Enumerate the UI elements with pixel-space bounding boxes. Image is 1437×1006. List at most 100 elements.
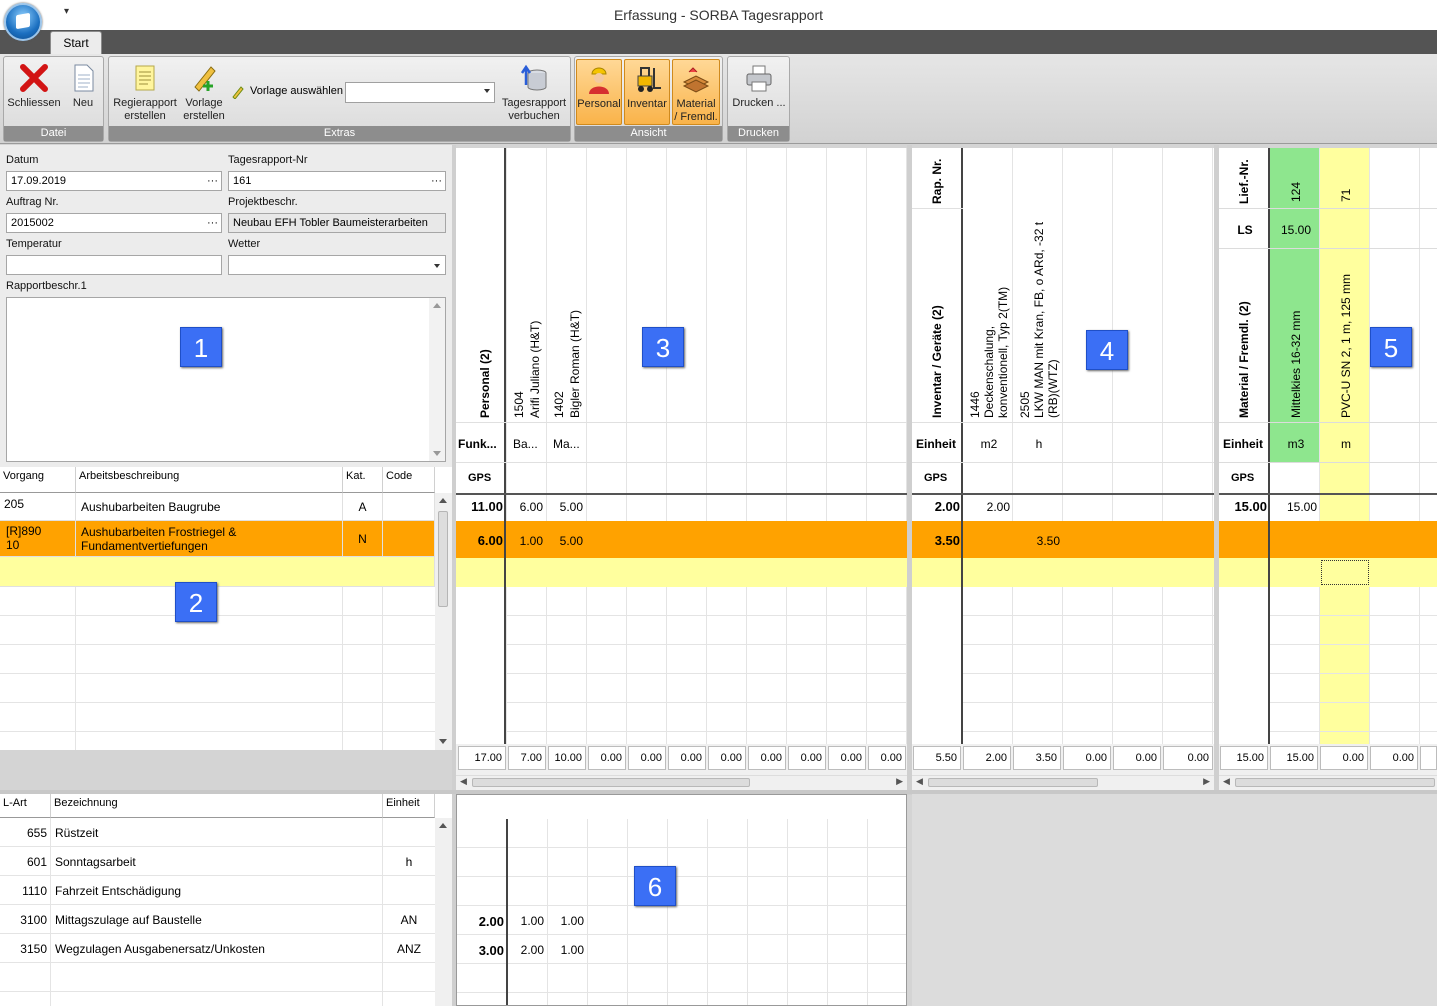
header-vorgang[interactable]: Vorgang [0,467,76,493]
lohnart-scrollbar[interactable] [435,818,452,1006]
lart-bezeichnung[interactable]: Rüstzeit [55,826,98,840]
tagesrapport-nr-field[interactable]: 161 ··· [228,171,446,191]
lart-bezeichnung[interactable]: Mittagszulage auf Baustelle [55,913,202,927]
empty-rows [0,587,435,750]
inventar-value-2-2[interactable]: 3.50 [1014,534,1060,548]
lart-nr[interactable]: 3150 [0,942,47,956]
tab-start[interactable]: Start [50,31,102,54]
textarea-scrollbar[interactable] [429,298,445,461]
new-row[interactable] [0,557,435,587]
ellipsis-icon[interactable]: ··· [431,172,442,190]
table-row-beschr[interactable]: Aushubarbeiten Frostriegel & Fundamentver… [76,521,343,557]
tagesrapport-verbuchen-button[interactable]: Tagesrapport verbuchen [499,59,569,123]
header-lart[interactable]: L-Art [0,794,51,818]
material-hscroll[interactable]: ◀ [1219,775,1437,789]
header-einheit[interactable]: Einheit [383,794,435,818]
vertical-splitter[interactable] [907,145,912,795]
table-row-kat[interactable]: N [343,521,383,557]
lart-value[interactable]: 2.00 [507,943,544,957]
material-total-1[interactable]: 15.00 [1219,499,1267,514]
personal-value-2-2[interactable]: 5.00 [546,534,583,548]
neu-button[interactable]: Neu [64,59,102,110]
material-value-1-1[interactable]: 15.00 [1271,500,1317,514]
personal-view-button[interactable]: Personal [576,59,622,125]
scroll-thumb[interactable] [472,778,750,787]
lart-total[interactable]: 2.00 [457,914,504,929]
lart-nr[interactable]: 655 [0,826,47,840]
lart-einheit[interactable]: h [383,855,435,869]
lart-bezeichnung[interactable]: Wegzulagen Ausgabenersatz/Unkosten [55,942,265,956]
material-sum: 15.00 [1220,746,1268,770]
ribbon: Schliessen Neu Datei Regierapport erstel… [0,54,1437,144]
lart-nr[interactable]: 3100 [0,913,47,927]
vorlage-erstellen-button[interactable]: Vorlage erstellen [181,59,227,123]
lart-total[interactable]: 3.00 [457,943,504,958]
lart-nr[interactable]: 1110 [0,884,47,898]
wetter-select[interactable] [228,255,446,275]
inventar-view-button[interactable]: Inventar [624,59,670,125]
table-row-vorgang[interactable]: 205 [0,493,76,521]
inventar-total-1[interactable]: 2.00 [912,499,960,514]
inventar-einheit-2: h [1035,437,1043,451]
auftrag-field[interactable]: 2015002 ··· [6,213,222,233]
material-view-button[interactable]: Material / Fremdl. [672,59,720,125]
lart-bezeichnung[interactable]: Fahrzeit Entschädigung [55,884,181,898]
scroll-up-icon[interactable] [439,823,447,828]
header-bezeichnung[interactable]: Bezeichnung [51,794,383,818]
temperatur-field[interactable] [6,255,222,275]
inventar-hscroll[interactable]: ◀ ▶ [912,775,1214,789]
scroll-down-icon[interactable] [433,451,441,456]
inventar-total-2[interactable]: 3.50 [912,533,960,548]
scroll-up-icon[interactable] [433,303,441,308]
scroll-right-icon[interactable]: ▶ [1203,776,1210,787]
scroll-thumb[interactable] [928,778,1098,787]
ellipsis-icon[interactable]: ··· [207,214,218,232]
scroll-down-icon[interactable] [439,739,447,744]
table-row-code[interactable] [383,521,435,557]
personal-total-2[interactable]: 6.00 [456,533,503,548]
inventar-value-1-1[interactable]: 2.00 [964,500,1010,514]
header-kat[interactable]: Kat. [343,467,383,493]
vertical-splitter[interactable] [1214,145,1219,795]
scroll-thumb[interactable] [1235,778,1435,787]
database-upload-icon [519,63,549,93]
lart-value[interactable]: 1.00 [507,914,544,928]
personal-value-1-1[interactable]: 6.00 [506,500,543,514]
scroll-left-icon[interactable]: ◀ [916,776,923,787]
material-ls-1[interactable]: 15.00 [1271,223,1321,237]
table-row-vorgang[interactable]: [R]890 10 [0,521,76,557]
personal-total-1[interactable]: 11.00 [456,499,503,514]
rapportbeschr-textarea[interactable] [6,297,446,462]
application-menu-button[interactable] [4,3,42,41]
personal-value-1-2[interactable]: 5.00 [546,500,583,514]
material-col-2-name: PVC-U SN 2, 1 m, 125 mm [1339,273,1353,418]
vorgang-scrollbar[interactable] [435,493,452,750]
lart-einheit[interactable]: ANZ [383,942,435,956]
personal-hscroll[interactable]: ◀ ▶ [456,775,907,789]
beschr-line-2: Fundamentvertiefungen [81,539,208,553]
scroll-thumb[interactable] [438,511,448,607]
lart-bezeichnung[interactable]: Sonntagsarbeit [55,855,136,869]
lart-nr[interactable]: 601 [0,855,47,869]
empty-area [912,794,1437,1006]
scroll-left-icon[interactable]: ◀ [1223,776,1230,787]
header-arbeitsbeschreibung[interactable]: Arbeitsbeschreibung [76,467,343,493]
vorlage-select[interactable] [345,82,495,103]
focused-cell[interactable] [1321,560,1369,585]
lart-einheit[interactable]: AN [383,913,435,927]
table-row-beschr[interactable]: Aushubarbeiten Baugrube [76,493,343,521]
table-row-code[interactable] [383,493,435,521]
datum-field[interactable]: 17.09.2019 ··· [6,171,222,191]
regierapport-erstellen-button[interactable]: Regierapport erstellen [111,59,179,123]
scroll-right-icon[interactable]: ▶ [896,776,903,787]
personal-value-2-1[interactable]: 1.00 [506,534,543,548]
lart-value[interactable]: 1.00 [547,914,584,928]
table-row-kat[interactable]: A [343,493,383,521]
drucken-button[interactable]: Drucken ... [730,59,788,110]
ellipsis-icon[interactable]: ··· [207,172,218,190]
schliessen-button[interactable]: Schliessen [6,59,62,110]
lart-value[interactable]: 1.00 [547,943,584,957]
scroll-up-icon[interactable] [439,498,447,503]
scroll-left-icon[interactable]: ◀ [460,776,467,787]
header-code[interactable]: Code [383,467,435,493]
